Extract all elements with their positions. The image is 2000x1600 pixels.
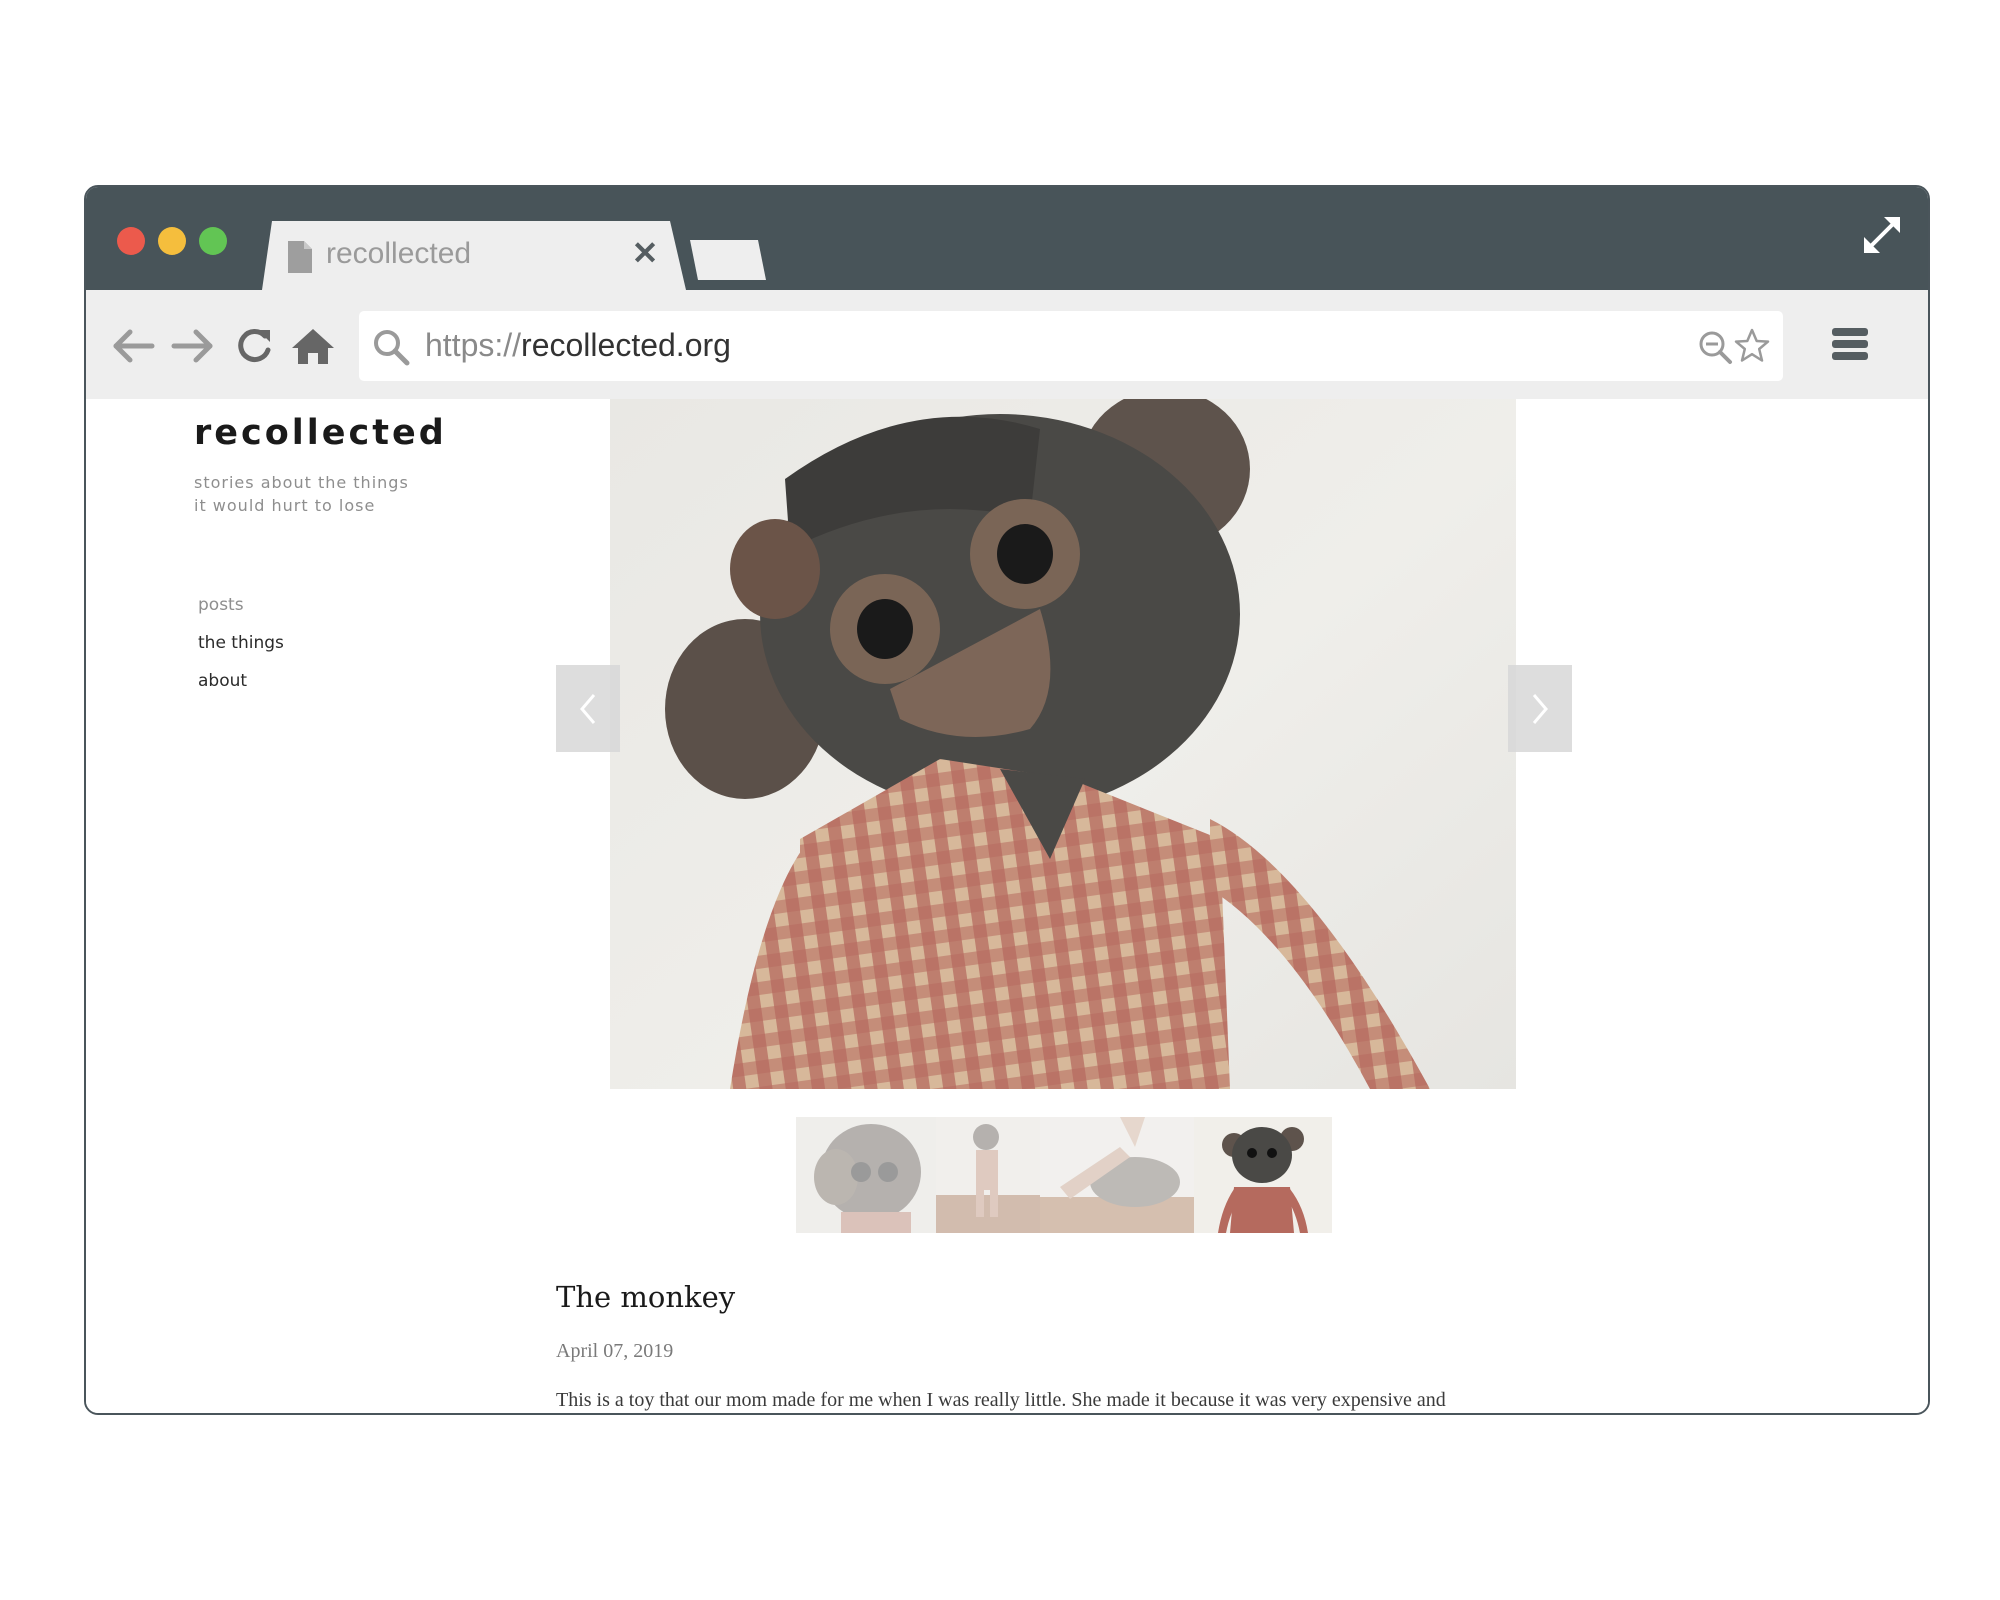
site-tagline: stories about the things it would hurt t… [194,473,409,515]
expand-icon[interactable] [1860,213,1904,257]
back-arrow-icon[interactable] [110,326,156,366]
browser-tab[interactable]: recollected ✕ [262,221,686,290]
forward-arrow-icon[interactable] [170,326,216,366]
chevron-left-icon [580,694,596,724]
address-bar[interactable]: https://recollected.org [359,311,1783,381]
site-title[interactable]: recollected [194,413,447,453]
title-bar: recollected ✕ [86,187,1928,290]
maximize-window-button[interactable] [199,227,227,255]
gallery-thumbnail[interactable] [1040,1117,1194,1233]
tab-title: recollected [326,237,472,270]
post-body: This is a toy that our mom made for me w… [556,1389,1446,1411]
url-text[interactable]: https://recollected.org [425,327,731,364]
chevron-right-icon [1532,694,1548,724]
close-window-button[interactable] [117,227,145,255]
url-protocol: https:// [425,327,522,363]
star-icon[interactable] [1733,327,1771,365]
gallery-main-image [610,399,1516,1089]
gallery-next-button[interactable] [1508,665,1572,752]
browser-window: recollected ✕ https://recollected.org re… [84,185,1930,1415]
document-icon [288,241,312,273]
nav-link-about[interactable]: about [198,671,284,692]
post-title: The monkey [556,1280,736,1314]
zoom-out-icon[interactable] [1697,329,1733,365]
gallery-thumbnail-active[interactable] [1194,1117,1332,1233]
gallery-thumbnail[interactable] [936,1117,1040,1233]
nav-link-posts[interactable]: posts [198,595,284,616]
hamburger-menu-icon[interactable] [1832,324,1868,364]
tab-close-button[interactable]: ✕ [630,235,660,271]
minimize-window-button[interactable] [158,227,186,255]
home-icon[interactable] [290,326,336,366]
reload-icon[interactable] [232,326,278,366]
gallery-thumbnail[interactable] [796,1117,936,1233]
gallery-thumbnails [796,1117,1332,1233]
nav-link-the-things[interactable]: the things [198,633,284,654]
post-date: April 07, 2019 [556,1340,674,1362]
page-content: recollected stories about the things it … [86,399,1928,1413]
new-tab-button[interactable] [690,240,766,280]
site-nav: posts the things about [198,595,284,709]
browser-toolbar: https://recollected.org [86,290,1928,400]
gallery-prev-button[interactable] [556,665,620,752]
url-host: recollected.org [521,327,731,363]
search-icon [374,330,410,366]
